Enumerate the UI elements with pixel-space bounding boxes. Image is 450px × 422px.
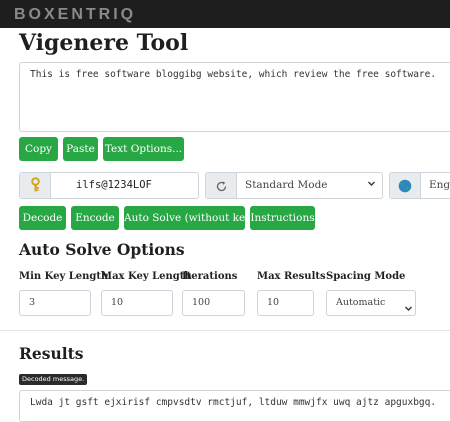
max-key-length-input[interactable]: 10: [101, 290, 173, 316]
language-select[interactable]: English: [421, 173, 450, 198]
key-input-group: ilfs@1234LOF: [19, 172, 199, 199]
status-badge: Decoded message.: [19, 374, 88, 385]
refresh-icon: [215, 178, 228, 197]
section-divider: [0, 330, 450, 331]
max-results-input[interactable]: 10: [257, 290, 314, 316]
paste-button[interactable]: Paste: [63, 137, 98, 161]
auto-solve-heading: Auto Solve Options: [19, 240, 185, 259]
top-navbar: BOXENTRIQ: [0, 0, 450, 28]
instructions-button[interactable]: Instructions: [250, 206, 315, 230]
min-key-length-input[interactable]: 3: [19, 290, 91, 316]
iterations-input[interactable]: 100: [182, 290, 245, 316]
site-logo[interactable]: BOXENTRIQ: [14, 6, 136, 24]
key-addon: [20, 173, 51, 198]
text-options-button[interactable]: Text Options...: [103, 137, 184, 161]
input-textarea[interactable]: This is free software bloggibg website, …: [19, 62, 450, 132]
language-addon: [390, 173, 421, 198]
key-input[interactable]: ilfs@1234LOF: [76, 179, 152, 191]
spacing-mode-select[interactable]: Automatic: [326, 290, 416, 316]
results-heading: Results: [19, 344, 84, 363]
spacing-mode-value: Automatic: [336, 297, 386, 308]
max-key-length-label: Max Key Length: [101, 271, 192, 282]
decode-button[interactable]: Decode: [19, 206, 66, 230]
auto-solve-button[interactable]: Auto Solve (without key): [124, 206, 255, 230]
iterations-label: Iterations: [182, 271, 238, 282]
chevron-down-icon: [404, 299, 413, 323]
copy-button[interactable]: Copy: [19, 137, 58, 161]
result-output[interactable]: Lwda jt gsft ejxirisf cmpvsdtv rmctjuf, …: [19, 390, 450, 422]
mode-select-group: Standard Mode: [205, 172, 383, 199]
min-key-length-label: Min Key Length: [19, 271, 109, 282]
spacing-mode-label: Spacing Mode: [326, 271, 406, 282]
mode-addon: [206, 173, 237, 198]
language-select-group: English: [389, 172, 450, 199]
encode-button[interactable]: Encode: [71, 206, 119, 230]
globe-icon: [398, 178, 412, 197]
chevron-down-icon: [367, 179, 376, 191]
page-title: Vigenere Tool: [19, 30, 189, 56]
key-icon: [29, 177, 42, 196]
max-results-label: Max Results: [257, 271, 326, 282]
